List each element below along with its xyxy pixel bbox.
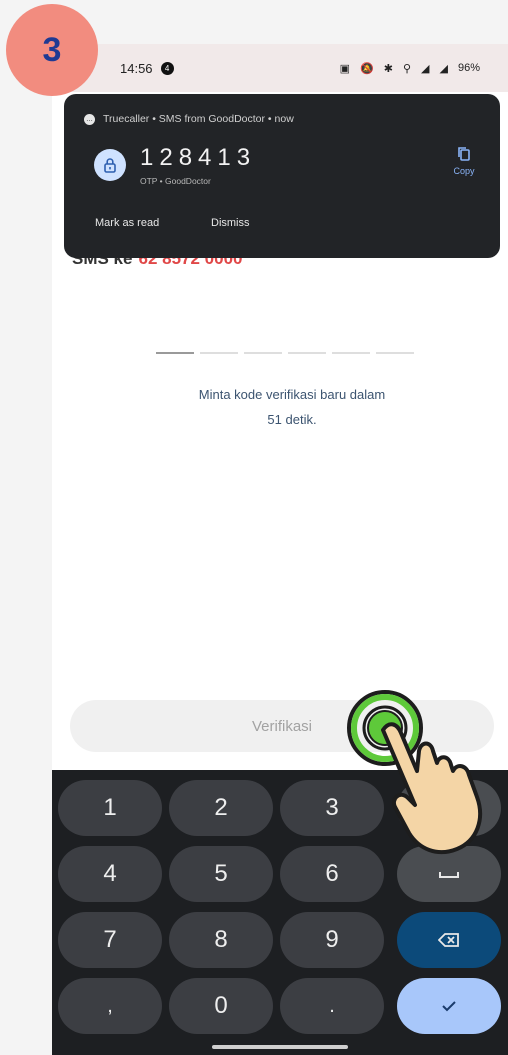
- backspace-icon: [438, 933, 459, 947]
- otp-slot[interactable]: [332, 352, 370, 354]
- resend-text-line2: 51 detik.: [267, 412, 317, 427]
- space-icon: [439, 872, 459, 878]
- key-comma[interactable]: ,: [58, 978, 162, 1034]
- key-6[interactable]: 6: [280, 846, 384, 902]
- enter-key[interactable]: [397, 978, 501, 1034]
- check-icon: [442, 1001, 456, 1012]
- otp-notification[interactable]: … Truecaller • SMS from GoodDoctor • now…: [64, 94, 500, 258]
- key-2[interactable]: 2: [169, 780, 273, 836]
- key-7[interactable]: 7: [58, 912, 162, 968]
- key-1[interactable]: 1: [58, 780, 162, 836]
- notification-header: Truecaller • SMS from GoodDoctor • now: [103, 113, 294, 125]
- signal-icon: ◢: [421, 62, 430, 75]
- otp-slot[interactable]: [244, 352, 282, 354]
- notification-count-badge: 4: [160, 61, 174, 75]
- key-8[interactable]: 8: [169, 912, 273, 968]
- nfc-icon: ▣: [339, 62, 351, 75]
- dismiss-button[interactable]: Dismiss: [211, 217, 250, 229]
- key-9[interactable]: 9: [280, 912, 384, 968]
- copy-label: Copy: [453, 166, 475, 176]
- copy-button[interactable]: Copy: [442, 146, 486, 176]
- bluetooth-icon: ✱: [383, 62, 393, 75]
- battery-percent: 96%: [457, 62, 480, 74]
- status-bar: 14:56 4 ▣ 🔕 ✱ ⚲ ◢ ◢ 96%: [52, 44, 508, 92]
- otp-source: OTP • GoodDoctor: [140, 176, 211, 186]
- lock-icon: [94, 149, 126, 181]
- otp-slot[interactable]: [200, 352, 238, 354]
- verify-button[interactable]: Verifikasi: [70, 700, 494, 752]
- location-icon: ⚲: [402, 62, 412, 75]
- status-time: 14:56: [120, 60, 153, 76]
- navigation-handle[interactable]: [212, 1045, 348, 1049]
- key-0[interactable]: 0: [169, 978, 273, 1034]
- key-5[interactable]: 5: [169, 846, 273, 902]
- otp-slot[interactable]: [288, 352, 326, 354]
- otp-code: 128413: [140, 144, 257, 171]
- truecaller-icon: …: [84, 113, 95, 125]
- key-period[interactable]: .: [280, 978, 384, 1034]
- resend-text-line1: Minta kode verifikasi baru dalam: [198, 387, 386, 402]
- numeric-keyboard: 1 2 3 4 5 6 7 8 9 , 0 .: [52, 770, 508, 1055]
- signal-icon-2: ◢: [439, 62, 448, 75]
- otp-slot[interactable]: [376, 352, 414, 354]
- key-4[interactable]: 4: [58, 846, 162, 902]
- otp-input[interactable]: [156, 352, 414, 354]
- resend-countdown: Minta kode verifikasi baru dalam 51 deti…: [142, 382, 442, 432]
- space-key[interactable]: [397, 846, 501, 902]
- backspace-key[interactable]: [397, 912, 501, 968]
- mark-as-read-button[interactable]: Mark as read: [95, 217, 159, 229]
- otp-slot[interactable]: [156, 352, 194, 354]
- phone-screen: 14:56 4 ▣ 🔕 ✱ ⚲ ◢ ◢ 96% SMS ke 62 8572 00…: [52, 44, 508, 1055]
- key-blank[interactable]: [397, 780, 501, 836]
- mute-icon: 🔕: [360, 62, 374, 75]
- copy-icon: [458, 147, 470, 161]
- key-3[interactable]: 3: [280, 780, 384, 836]
- step-number-badge: 3: [6, 4, 98, 96]
